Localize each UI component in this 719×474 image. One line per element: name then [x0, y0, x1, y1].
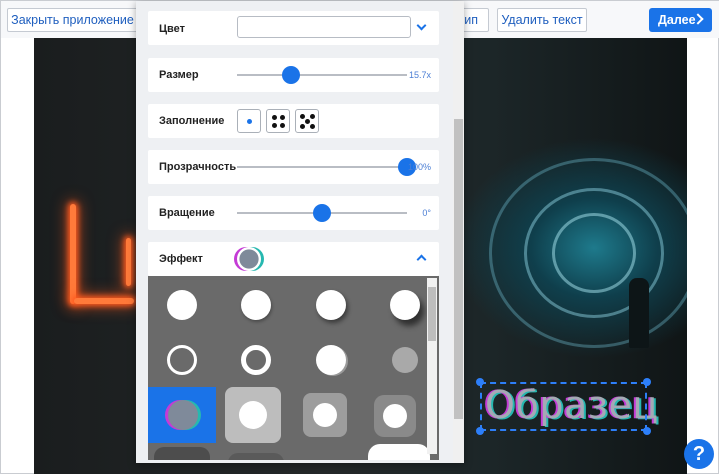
- color-field[interactable]: [237, 16, 411, 38]
- size-slider-thumb[interactable]: [282, 66, 301, 84]
- rotation-row: Вращение 0°: [148, 196, 439, 230]
- effect-preview-icon: [237, 247, 261, 271]
- effect-option[interactable]: [377, 332, 433, 388]
- effect-circle: [383, 404, 407, 428]
- effect-option[interactable]: [228, 277, 284, 333]
- text-properties-panel: Цвет Размер 15.7x Заполнение Прозрачност…: [136, 1, 464, 463]
- effect-row[interactable]: Эффект: [148, 242, 439, 276]
- effect-circle: [392, 347, 418, 373]
- dot: [300, 114, 305, 119]
- effect-option-selected[interactable]: [148, 387, 216, 443]
- size-value: 15.7x: [408, 70, 431, 80]
- neon-light: [74, 298, 134, 304]
- effect-option[interactable]: [154, 277, 210, 333]
- rotation-label: Вращение: [159, 207, 215, 219]
- five-dots-icon[interactable]: [295, 109, 319, 133]
- effect-option[interactable]: [228, 332, 284, 388]
- size-row: Размер 15.7x: [148, 58, 439, 92]
- effect-option[interactable]: [303, 277, 359, 333]
- rotation-value: 0°: [422, 208, 431, 218]
- effect-option[interactable]: [154, 332, 210, 388]
- effect-circle: [316, 290, 346, 320]
- dot: [272, 115, 277, 120]
- effect-circle: [313, 403, 337, 427]
- single-dot-icon[interactable]: [237, 109, 261, 133]
- panel-scrollbar[interactable]: [453, 1, 464, 463]
- person-silhouette: [629, 278, 649, 348]
- opacity-label: Прозрачность: [159, 161, 237, 173]
- effect-option[interactable]: [303, 393, 347, 437]
- resize-handle[interactable]: [476, 378, 484, 386]
- effect-option[interactable]: [303, 332, 359, 388]
- panel-scrollbar-thumb[interactable]: [454, 119, 463, 419]
- fill-label: Заполнение: [159, 115, 225, 127]
- size-label: Размер: [159, 69, 199, 81]
- effect-circle: [241, 345, 271, 375]
- next-button-label: Далее: [658, 13, 696, 27]
- effect-option[interactable]: [374, 395, 416, 437]
- neon-light: [70, 204, 76, 304]
- size-slider-track[interactable]: [237, 74, 407, 76]
- dot: [247, 119, 252, 124]
- tunnel-ring: [552, 213, 636, 293]
- effects-grid: [148, 276, 439, 460]
- effect-option[interactable]: [368, 444, 430, 460]
- color-row: Цвет: [148, 11, 439, 45]
- resize-handle[interactable]: [643, 378, 651, 386]
- effect-circle: [239, 401, 267, 429]
- dot: [272, 123, 277, 128]
- effect-option[interactable]: [154, 447, 210, 460]
- resize-handle[interactable]: [643, 427, 651, 435]
- color-label: Цвет: [159, 23, 186, 35]
- opacity-slider-track[interactable]: [237, 166, 407, 168]
- neon-light: [126, 238, 131, 286]
- effect-circle: [390, 290, 420, 320]
- dot: [305, 119, 310, 124]
- effect-circle: [167, 290, 197, 320]
- effect-option[interactable]: [225, 387, 281, 443]
- delete-text-button[interactable]: Удалить текст: [497, 8, 587, 32]
- fill-row: Заполнение: [148, 104, 439, 138]
- dot: [310, 114, 315, 119]
- effects-scrollbar-thumb[interactable]: [428, 287, 436, 341]
- effect-circle: [316, 345, 346, 375]
- effect-option[interactable]: [228, 453, 284, 460]
- effect-circle: [167, 345, 197, 375]
- help-button[interactable]: ?: [684, 439, 714, 469]
- dot: [310, 124, 315, 129]
- effect-circle: [168, 400, 198, 430]
- rotation-slider-thumb[interactable]: [313, 204, 331, 222]
- chevron-up-icon[interactable]: [416, 254, 427, 265]
- effect-circle: [241, 290, 271, 320]
- resize-handle[interactable]: [476, 427, 484, 435]
- dot: [280, 115, 285, 120]
- dot: [300, 124, 305, 129]
- next-button[interactable]: Далее: [649, 8, 712, 32]
- dot: [280, 123, 285, 128]
- chevron-down-icon[interactable]: [416, 20, 427, 31]
- four-dots-icon[interactable]: [266, 109, 290, 133]
- effects-scrollbar[interactable]: [427, 278, 437, 454]
- effect-option[interactable]: [377, 277, 433, 333]
- opacity-row: Прозрачность 100%: [148, 150, 439, 184]
- effect-label: Эффект: [159, 253, 203, 265]
- close-app-button[interactable]: Закрыть приложение: [7, 8, 138, 32]
- text-selection-box[interactable]: [480, 382, 647, 431]
- opacity-value: 100%: [407, 162, 431, 172]
